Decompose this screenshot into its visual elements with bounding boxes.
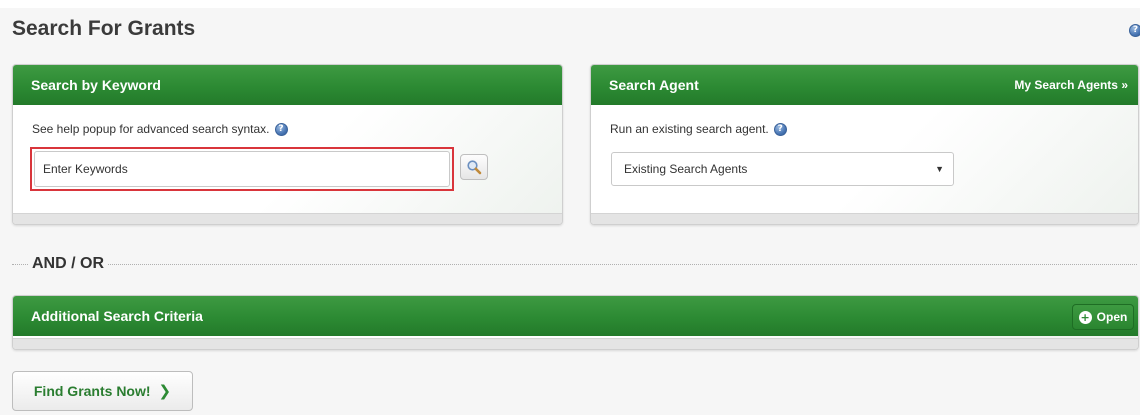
- keyword-help-text: See help popup for advanced search synta…: [32, 122, 270, 136]
- criteria-panel-title: Additional Search Criteria: [31, 308, 203, 324]
- open-criteria-button[interactable]: + Open: [1072, 304, 1134, 330]
- agent-panel-footer: [591, 213, 1138, 224]
- keyword-input[interactable]: [34, 151, 450, 187]
- criteria-panel: Additional Search Criteria + Open: [12, 295, 1139, 350]
- existing-agents-select-value: Existing Search Agents: [624, 162, 748, 176]
- my-search-agents-link[interactable]: My Search Agents »: [1014, 78, 1128, 92]
- find-grants-label: Find Grants Now!: [33, 383, 151, 399]
- keyword-panel-header: Search by Keyword: [13, 65, 562, 105]
- existing-agents-select[interactable]: Existing Search Agents ▼: [611, 152, 954, 186]
- open-criteria-label: Open: [1096, 310, 1128, 324]
- keyword-help-row: See help popup for advanced search synta…: [32, 122, 288, 136]
- page-title: Search For Grants: [12, 17, 196, 40]
- and-or-label: AND / OR: [32, 255, 104, 272]
- and-or-separator: AND / OR: [12, 254, 1137, 274]
- keyword-help-icon[interactable]: ?: [274, 122, 288, 136]
- keyword-search-button[interactable]: [460, 154, 488, 180]
- magnifier-icon: [467, 160, 482, 175]
- chevron-down-icon: ▼: [935, 164, 944, 174]
- agent-panel-header: Search Agent My Search Agents »: [591, 65, 1138, 105]
- find-grants-button[interactable]: Find Grants Now! ❯: [12, 371, 193, 411]
- agent-help-row: Run an existing search agent. ?: [610, 122, 787, 136]
- criteria-panel-header: Additional Search Criteria + Open: [13, 296, 1138, 336]
- keyword-panel-title: Search by Keyword: [31, 77, 161, 93]
- agent-panel-title: Search Agent: [609, 77, 699, 93]
- keyword-panel-footer: [13, 213, 562, 224]
- agent-help-text: Run an existing search agent.: [610, 122, 769, 136]
- plus-icon: +: [1078, 310, 1092, 324]
- separator-line-left: [12, 263, 28, 265]
- keyword-panel: Search by Keyword See help popup for adv…: [12, 64, 563, 225]
- agent-help-icon[interactable]: ?: [773, 122, 787, 136]
- criteria-panel-footer: [13, 338, 1138, 349]
- agent-panel: Search Agent My Search Agents » Run an e…: [590, 64, 1139, 225]
- page-help-icon[interactable]: ?: [1129, 24, 1140, 37]
- chevron-right-icon: ❯: [158, 382, 172, 400]
- separator-line-right: [108, 263, 1137, 265]
